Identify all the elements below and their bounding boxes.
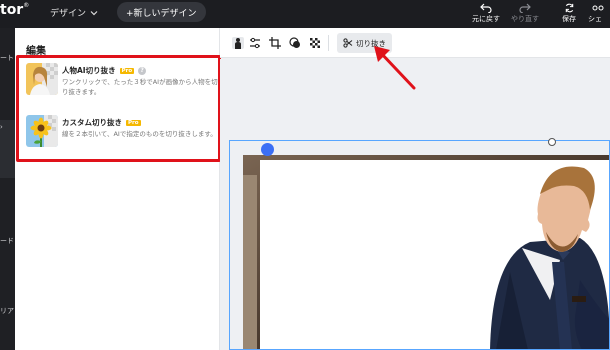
- app-logo[interactable]: tor®: [0, 2, 29, 18]
- left-rail: ート › ード リア: [0, 28, 15, 350]
- crop-icon[interactable]: [268, 36, 282, 50]
- undo-icon: [480, 3, 492, 13]
- new-design-button[interactable]: +新しいデザイン: [117, 2, 206, 22]
- highlight-box: [16, 55, 221, 162]
- design-menu-label: デザイン: [50, 9, 87, 19]
- sync-icon: [565, 3, 573, 13]
- rail-label-1[interactable]: ート: [0, 53, 14, 63]
- transparency-icon[interactable]: [308, 36, 322, 50]
- person-cutout-icon[interactable]: [231, 36, 245, 50]
- redo-label: やり直す: [511, 15, 539, 23]
- redo-button[interactable]: やり直す: [505, 3, 545, 24]
- save-button[interactable]: 保存: [549, 3, 589, 24]
- toolbar-divider: [328, 35, 329, 51]
- logo-text: tor: [0, 2, 24, 18]
- share-button[interactable]: シェ: [588, 3, 610, 24]
- share-label: シェ: [588, 15, 602, 23]
- design-menu[interactable]: デザイン: [50, 6, 98, 19]
- share-icon: [592, 5, 604, 11]
- scissors-icon: [343, 38, 353, 48]
- adjust-icon[interactable]: [248, 36, 262, 50]
- save-label: 保存: [562, 15, 576, 23]
- rail-arrow-icon: ›: [0, 123, 3, 131]
- annotation-arrow-icon: [374, 46, 416, 90]
- redo-icon: [519, 3, 531, 13]
- rail-label-2[interactable]: ード: [0, 236, 14, 246]
- logo-mark: ®: [23, 2, 30, 9]
- chevron-down-icon: [90, 10, 98, 15]
- mask-icon[interactable]: [288, 36, 302, 50]
- rail-label-3[interactable]: リア: [0, 306, 14, 316]
- rotate-handle[interactable]: [548, 138, 556, 146]
- undo-button[interactable]: 元に戻す: [466, 3, 506, 24]
- layer-icon[interactable]: [261, 143, 274, 156]
- selection-frame: [229, 140, 610, 350]
- top-bar: tor® デザイン +新しいデザイン 元に戻す やり直す 保存 シェ: [0, 0, 610, 28]
- undo-label: 元に戻す: [472, 15, 500, 23]
